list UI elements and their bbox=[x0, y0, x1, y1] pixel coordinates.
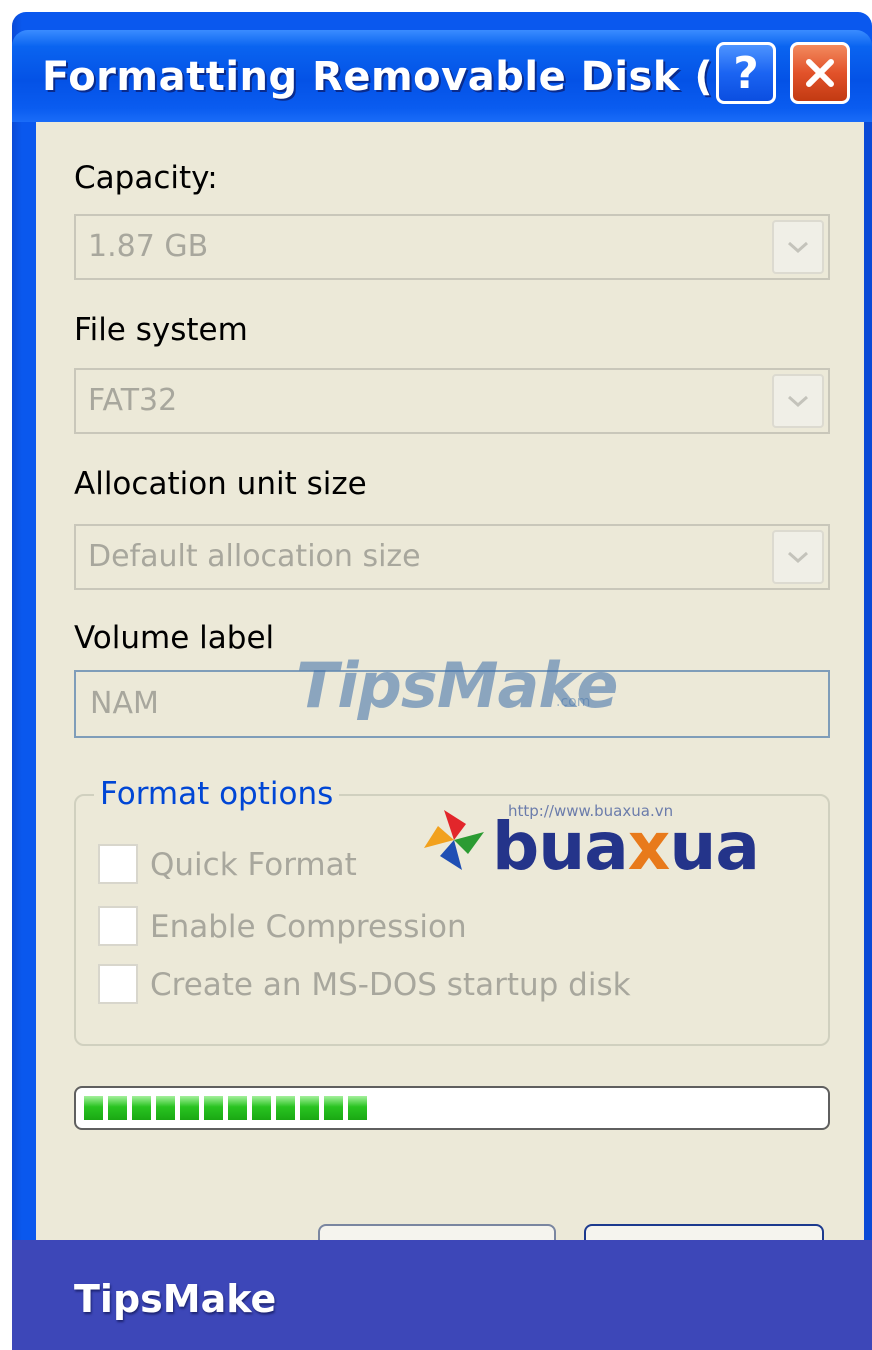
progress-segment bbox=[300, 1096, 319, 1120]
file-system-label: File system bbox=[74, 312, 248, 348]
allocation-dropdown-button[interactable] bbox=[772, 530, 824, 584]
progress-segment bbox=[324, 1096, 343, 1120]
window-title: Formatting Removable Disk (F:) bbox=[42, 54, 775, 100]
tipsmake-watermark-suffix: .com bbox=[556, 694, 591, 710]
quick-format-label: Quick Format bbox=[150, 847, 357, 883]
checkbox-box[interactable] bbox=[98, 844, 138, 884]
help-icon: ? bbox=[733, 47, 759, 99]
ms-dos-startup-label: Create an MS-DOS startup disk bbox=[150, 967, 631, 1003]
allocation-label: Allocation unit size bbox=[74, 466, 367, 502]
chevron-down-icon bbox=[788, 241, 808, 254]
chevron-down-icon bbox=[788, 395, 808, 408]
close-button[interactable] bbox=[790, 42, 850, 104]
progress-segment bbox=[276, 1096, 295, 1120]
capacity-value: 1.87 GB bbox=[88, 229, 209, 264]
allocation-select[interactable]: Default allocation size bbox=[74, 524, 830, 590]
volume-label-caption: Volume label bbox=[74, 620, 275, 656]
file-system-select[interactable]: FAT32 bbox=[74, 368, 830, 434]
checkbox-box[interactable] bbox=[98, 964, 138, 1004]
capacity-select[interactable]: 1.87 GB bbox=[74, 214, 830, 280]
help-button[interactable]: ? bbox=[716, 42, 776, 104]
progress-segment bbox=[204, 1096, 223, 1120]
progress-segment bbox=[132, 1096, 151, 1120]
format-progress-bar bbox=[74, 1086, 830, 1130]
progress-segment bbox=[348, 1096, 367, 1120]
chevron-down-icon bbox=[788, 551, 808, 564]
capacity-label: Capacity: bbox=[74, 160, 218, 196]
progress-segment bbox=[156, 1096, 175, 1120]
enable-compression-label: Enable Compression bbox=[150, 909, 467, 945]
progress-segment bbox=[228, 1096, 247, 1120]
buaxua-wordmark: buaxua bbox=[492, 808, 760, 885]
format-options-legend: Format options bbox=[94, 776, 340, 812]
checkbox-box[interactable] bbox=[98, 906, 138, 946]
volume-label-value: NAM bbox=[90, 686, 159, 721]
window-border bbox=[864, 122, 872, 1242]
progress-fill bbox=[84, 1096, 367, 1120]
file-system-dropdown-button[interactable] bbox=[772, 374, 824, 428]
progress-segment bbox=[252, 1096, 271, 1120]
progress-segment bbox=[180, 1096, 199, 1120]
banner-brand-text: TipsMake bbox=[74, 1277, 277, 1321]
tipsmake-watermark: TipsMake bbox=[296, 649, 618, 722]
close-icon bbox=[806, 59, 834, 87]
progress-segment bbox=[84, 1096, 103, 1120]
file-system-value: FAT32 bbox=[88, 383, 178, 418]
progress-segment bbox=[108, 1096, 127, 1120]
capacity-dropdown-button[interactable] bbox=[772, 220, 824, 274]
allocation-value: Default allocation size bbox=[88, 539, 421, 574]
